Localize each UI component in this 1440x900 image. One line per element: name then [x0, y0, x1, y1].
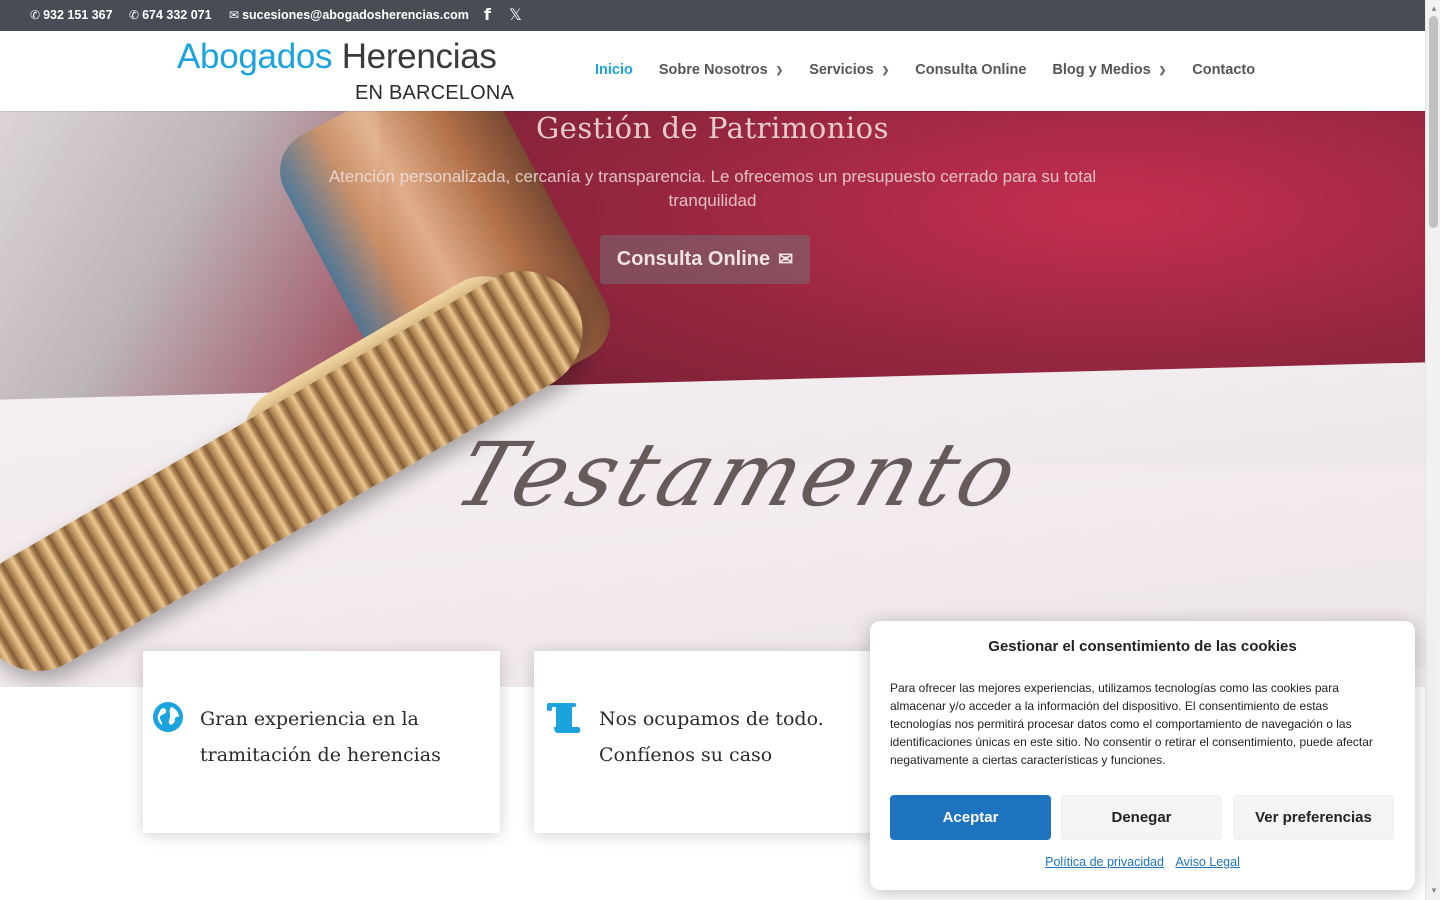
nav-item-contacto[interactable]: Contacto: [1192, 62, 1255, 78]
feature-card-experience: Gran experiencia en la tramitación de he…: [143, 651, 500, 833]
top-bar: ✆ 932 151 367 ✆ 674 332 071 ✉ sucesiones…: [0, 0, 1425, 31]
cookie-preferences-button[interactable]: Ver preferencias: [1233, 795, 1394, 840]
chevron-down-icon: ❯: [1158, 64, 1167, 75]
legal-notice-link[interactable]: Aviso Legal: [1175, 855, 1239, 869]
logo-text-barcelona: EN BARCELONA: [355, 82, 515, 104]
email-address: sucesiones@abogadosherencias.com: [242, 8, 469, 22]
cookie-body: Para ofrecer las mejores experiencias, u…: [890, 681, 1373, 767]
scroll-down-icon[interactable]: ▼: [1430, 886, 1438, 895]
logo-text-herencias: Herencias: [341, 37, 497, 76]
nav-item-consulta-online[interactable]: Consulta Online: [915, 62, 1026, 78]
chevron-down-icon: ❯: [881, 64, 890, 75]
feature-card-service: Nos ocupamos de todo. Confíenos su caso: [534, 651, 891, 833]
scrollbar-thumb[interactable]: [1429, 16, 1438, 228]
email-link[interactable]: ✉ sucesiones@abogadosherencias.com: [229, 8, 469, 22]
hero-consulta-online-button[interactable]: Consulta Online ✉: [600, 235, 810, 284]
cookie-title: Gestionar el consentimiento de las cooki…: [988, 638, 1297, 655]
facebook-icon[interactable]: f: [484, 5, 491, 24]
phone-link-2[interactable]: ✆ 674 332 071: [129, 8, 212, 22]
globe-icon: [151, 701, 185, 735]
page-scrollbar[interactable]: ▲ ▼: [1425, 0, 1440, 900]
site-logo[interactable]: Abogados Herencias EN BARCELONA: [177, 35, 514, 107]
hero-section: Testamento Gestión de Patrimonios Atenci…: [0, 111, 1425, 687]
nav-label: Sobre Nosotros: [658, 62, 768, 78]
cookie-consent-dialog: Gestionar el consentimiento de las cooki…: [870, 621, 1415, 890]
phone-number-2: 674 332 071: [142, 8, 212, 22]
cookie-deny-button[interactable]: Denegar: [1061, 795, 1222, 840]
scroll-up-icon[interactable]: ▲: [1430, 4, 1438, 13]
x-twitter-icon[interactable]: 𝕏: [509, 5, 522, 24]
main-nav: Inicio Sobre Nosotros ❯ Servicios ❯ Cons…: [595, 62, 1281, 78]
logo-text-abogados: Abogados: [177, 37, 333, 76]
phone-icon: ✆: [129, 8, 140, 22]
hero-subtitle: Atención personalizada, cercanía y trans…: [328, 167, 1097, 210]
phone-icon: ✆: [30, 8, 41, 22]
phone-link-1[interactable]: ✆ 932 151 367: [30, 8, 113, 22]
site-header: Abogados Herencias EN BARCELONA Inicio S…: [0, 31, 1425, 111]
cookie-links: Política de privacidad Aviso Legal: [870, 855, 1415, 869]
nav-item-sobre-nosotros[interactable]: Sobre Nosotros ❯: [659, 62, 783, 78]
hero-title: Gestión de Patrimonios: [536, 111, 889, 145]
nav-label: Consulta Online: [915, 62, 1027, 78]
envelope-icon: ✉: [229, 8, 240, 22]
envelope-icon: ✉: [778, 249, 794, 269]
chevron-down-icon: ❯: [775, 64, 784, 75]
nav-label: Contacto: [1192, 62, 1256, 78]
privacy-policy-link[interactable]: Política de privacidad: [1045, 855, 1164, 869]
phone-number-1: 932 151 367: [43, 8, 113, 22]
feature-card-text: Gran experiencia en la tramitación de he…: [200, 708, 441, 766]
nav-label: Servicios: [809, 62, 874, 78]
hero-button-label: Consulta Online: [616, 248, 771, 270]
nav-label: Inicio: [595, 62, 633, 78]
feature-card-text: Nos ocupamos de todo. Confíenos su caso: [599, 708, 824, 766]
nav-label: Blog y Medios: [1052, 62, 1151, 78]
cookie-accept-button[interactable]: Aceptar: [890, 795, 1051, 840]
nav-item-servicios[interactable]: Servicios ❯: [809, 62, 889, 78]
nav-item-blog-medios[interactable]: Blog y Medios ❯: [1052, 62, 1166, 78]
scroll-icon: [544, 701, 581, 735]
nav-item-inicio[interactable]: Inicio: [595, 62, 633, 78]
